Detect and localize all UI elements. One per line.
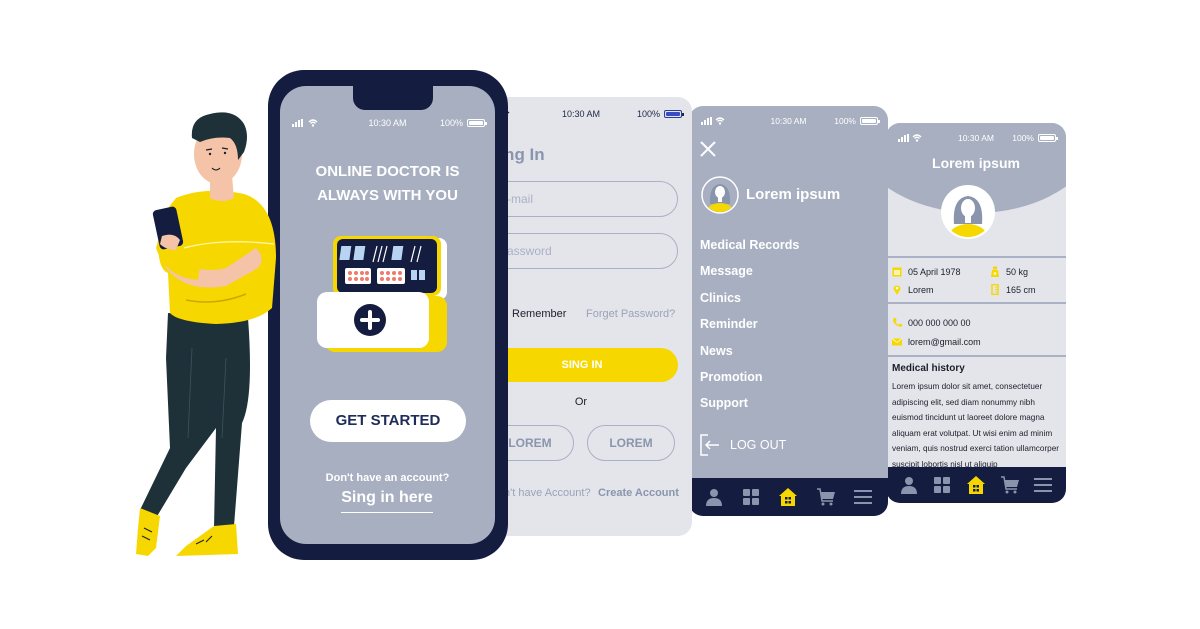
email-value: lorem@gmail.com xyxy=(908,336,981,347)
menu-screen: 10:30 AM 100% Lorem ipsum Medical Record… xyxy=(689,106,888,516)
profile-avatar[interactable] xyxy=(940,184,996,240)
email-row[interactable]: lorem@gmail.com xyxy=(892,336,981,347)
menu-item-message[interactable]: Message xyxy=(700,264,799,290)
close-icon[interactable] xyxy=(699,140,717,158)
battery-percent: 100% xyxy=(439,118,463,128)
nav-cart-icon[interactable] xyxy=(1000,475,1020,495)
phone-value: 000 000 000 00 xyxy=(908,317,971,328)
nav-menu: Medical Records Message Clinics Reminder… xyxy=(700,238,799,423)
scale-icon xyxy=(991,266,999,277)
phone-row[interactable]: 000 000 000 00 xyxy=(892,317,971,328)
status-time: 10:30 AM xyxy=(770,116,807,126)
get-started-button[interactable]: GET STARTED xyxy=(310,400,466,442)
weight-value: 50 kg xyxy=(1006,266,1029,277)
height-value: 165 cm xyxy=(1006,284,1036,295)
bottom-nav xyxy=(689,478,888,516)
social-login-button[interactable]: LOREM xyxy=(587,425,675,461)
user-name: Lorem ipsum xyxy=(746,186,841,203)
calendar-icon xyxy=(892,267,902,277)
menu-item-support[interactable]: Support xyxy=(700,396,799,422)
medical-kit-illustration xyxy=(317,236,447,352)
battery-percent: 100% xyxy=(834,116,856,126)
profile-name: Lorem ipsum xyxy=(932,155,1020,171)
battery-percent: 100% xyxy=(636,109,660,119)
welcome-title-line: ALWAYS WITH YOU xyxy=(317,187,458,204)
nav-apps-icon[interactable] xyxy=(932,475,952,495)
remember-label: Remember xyxy=(512,308,567,320)
battery-icon xyxy=(860,117,880,125)
nav-profile-icon[interactable] xyxy=(704,487,724,507)
nav-profile-icon[interactable] xyxy=(899,475,919,495)
create-account-link[interactable]: Create Account xyxy=(598,487,679,499)
nav-home-icon[interactable] xyxy=(966,475,986,495)
divider xyxy=(886,256,1066,258)
divider xyxy=(886,302,1066,304)
welcome-title-line: ONLINE DOCTOR IS xyxy=(315,163,460,180)
welcome-title: ONLINE DOCTOR IS ALWAYS WITH YOU xyxy=(280,160,495,208)
nav-apps-icon[interactable] xyxy=(741,487,761,507)
birth-date: 05 April 1978 xyxy=(908,266,961,277)
bottom-nav xyxy=(886,467,1066,503)
phone-notch xyxy=(353,70,433,110)
nav-menu-icon[interactable] xyxy=(1033,475,1053,495)
email-input[interactable]: E-mail xyxy=(486,181,678,217)
status-bar: 10:30 AM 100% xyxy=(689,114,888,130)
signin-button[interactable]: SING IN xyxy=(486,348,678,382)
battery-icon xyxy=(467,119,487,127)
weight-row: 50 kg xyxy=(990,266,1028,277)
medical-history-text: Lorem ipsum dolor sit amet, consectetuer… xyxy=(892,382,1060,469)
man-with-phone-illustration xyxy=(136,112,276,556)
nav-home-icon[interactable] xyxy=(778,487,798,507)
nav-cart-icon[interactable] xyxy=(816,487,836,507)
no-account-text: Don't have an account? xyxy=(325,472,450,484)
location-value: Lorem xyxy=(908,284,934,295)
mail-icon xyxy=(892,338,902,346)
nav-menu-icon[interactable] xyxy=(853,487,873,507)
menu-item-medical-records[interactable]: Medical Records xyxy=(700,238,799,264)
menu-item-clinics[interactable]: Clinics xyxy=(700,291,799,317)
profile-screen: 10:30 AM 100% Lorem ipsum 05 April 1978 … xyxy=(886,123,1066,503)
divider xyxy=(886,355,1066,357)
phone-icon xyxy=(893,318,902,327)
logout-label: LOG OUT xyxy=(730,438,787,452)
battery-icon xyxy=(664,110,684,118)
height-row: 165 cm xyxy=(990,284,1036,295)
logout-icon xyxy=(700,434,719,456)
location-row: Lorem xyxy=(892,284,934,295)
sign-in-link[interactable]: Sing in here xyxy=(341,489,433,513)
ruler-icon xyxy=(991,284,999,295)
user-avatar[interactable] xyxy=(701,176,739,214)
status-bar: 10:30 AM 100% xyxy=(280,116,495,132)
birth-date-row: 05 April 1978 xyxy=(892,266,961,277)
battery-icon xyxy=(1038,134,1058,142)
logout-button[interactable]: LOG OUT xyxy=(700,434,786,456)
forget-password-link[interactable]: Forget Password? xyxy=(586,308,675,320)
battery-percent: 100% xyxy=(1012,133,1034,143)
menu-item-reminder[interactable]: Reminder xyxy=(700,317,799,343)
menu-item-promotion[interactable]: Promotion xyxy=(700,370,799,396)
welcome-screen: 10:30 AM 100% ONLINE DOCTOR IS ALWAYS WI… xyxy=(280,86,495,544)
menu-item-news[interactable]: News xyxy=(700,344,799,370)
password-input[interactable]: Password xyxy=(486,233,678,269)
status-bar: 10:30 AM 100% xyxy=(886,131,1066,147)
location-pin-icon xyxy=(893,285,901,295)
medical-history-title: Medical history xyxy=(892,363,965,374)
